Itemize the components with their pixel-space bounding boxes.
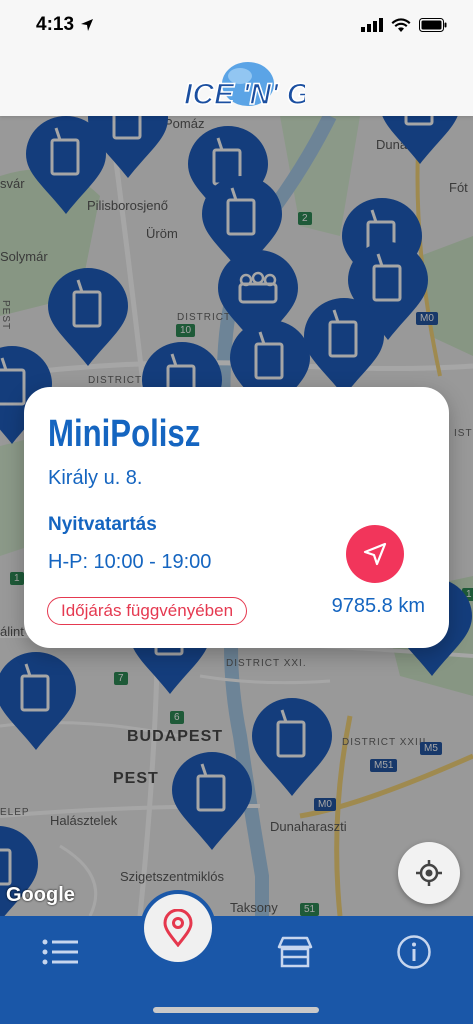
tab-shops[interactable] (275, 932, 315, 972)
shop-address: Király u. 8. (48, 467, 143, 489)
list-icon (42, 939, 78, 965)
google-attribution: Google (6, 884, 75, 906)
status-time: 4:13 (36, 14, 75, 35)
weather-dependent-badge: Időjárás függvényében (47, 597, 248, 625)
battery-icon (419, 18, 447, 32)
shop-distance: 9785.8 km (331, 595, 425, 617)
status-bar: 4:13 (0, 0, 473, 50)
opening-hours: H-P: 10:00 - 19:00 (48, 551, 212, 573)
tab-list[interactable] (40, 932, 80, 972)
my-location-button[interactable] (398, 842, 460, 904)
wifi-icon (391, 17, 411, 32)
tab-map[interactable] (144, 894, 212, 962)
crosshair-icon (416, 860, 442, 886)
map-pin-icon (163, 909, 193, 947)
store-icon (277, 936, 313, 968)
shop-name: MiniPolisz (48, 413, 201, 455)
navigate-button[interactable] (346, 525, 404, 583)
opening-hours-heading: Nyitvatartás (48, 514, 157, 535)
shop-info-card[interactable]: MiniPolisz Király u. 8. Nyitvatartás H-P… (24, 387, 449, 648)
location-arrow-icon (81, 19, 94, 31)
info-icon (397, 935, 431, 969)
home-indicator (153, 1007, 319, 1013)
navigation-arrow-icon (363, 542, 387, 566)
tab-info[interactable] (394, 932, 434, 972)
ice-n-go-logo: ICE 'N' GO! (183, 62, 305, 112)
cellular-icon (361, 18, 383, 32)
logo-text: ICE 'N' GO! (184, 78, 305, 111)
